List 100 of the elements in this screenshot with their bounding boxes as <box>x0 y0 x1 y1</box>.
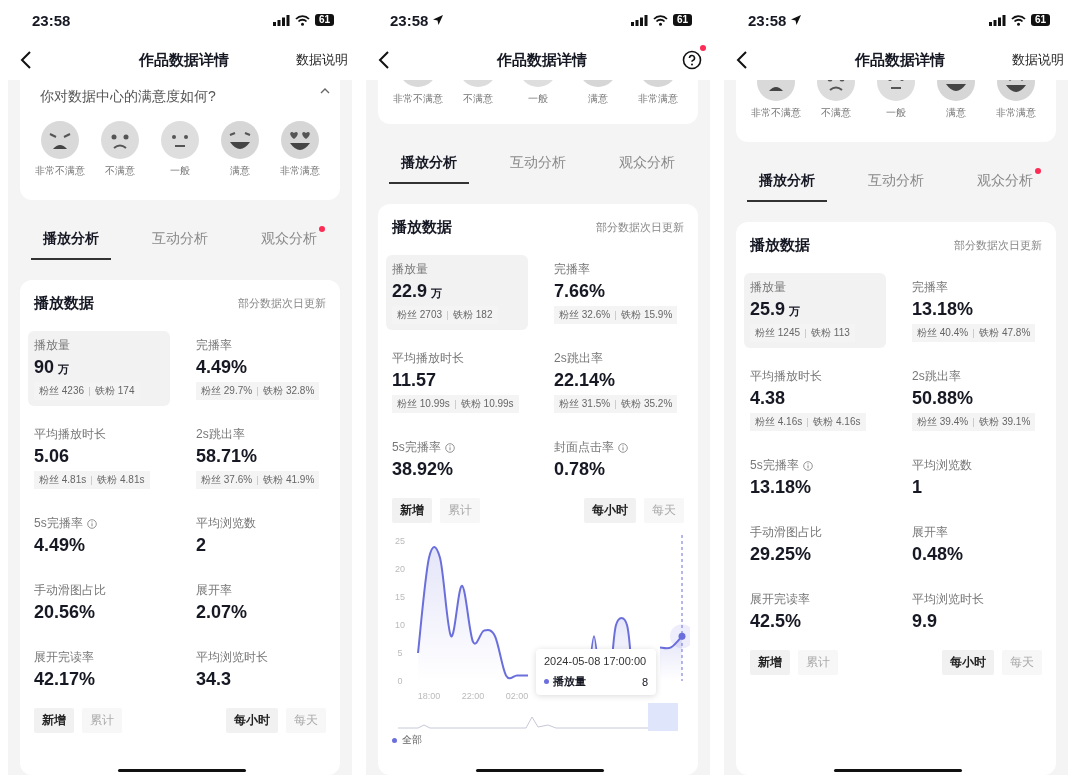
metric-label: 完播率 <box>912 279 948 296</box>
face-icon[interactable] <box>100 120 140 160</box>
status-time: 23:58 <box>32 11 71 29</box>
y-tick-label: 25 <box>395 536 405 546</box>
rating-label[interactable]: 非常不满意 <box>751 106 801 120</box>
tab[interactable]: 播放分析 <box>30 230 111 260</box>
tooltip-value: 8 <box>641 675 648 688</box>
face-icon[interactable] <box>876 80 916 102</box>
metric-label: 5s完播率 <box>392 439 441 456</box>
breakdown-value: 铁粉 41.9% <box>263 473 315 487</box>
metric-label: 展开完读率 <box>34 649 94 666</box>
page-title: 作品数据详情 <box>139 50 229 70</box>
y-tick-label: 10 <box>395 620 405 630</box>
legend-label[interactable]: 全部 <box>402 733 422 747</box>
metric-label: 平均浏览数 <box>196 515 256 532</box>
data-explanation-link[interactable]: 数据说明 <box>296 51 348 69</box>
rating-label[interactable]: 非常不满意 <box>35 164 85 178</box>
face-icon[interactable] <box>40 120 80 160</box>
info-icon[interactable] <box>802 460 813 471</box>
metric-value: 20.56% <box>34 602 96 623</box>
info-icon[interactable] <box>444 442 455 453</box>
update-note: 部分数据次日更新 <box>238 296 326 311</box>
breakdown-value: 铁粉 4.16s <box>813 415 861 429</box>
metric-label: 2s跳出率 <box>196 426 245 443</box>
rating-label[interactable]: 满意 <box>588 92 608 106</box>
metric-value: 58.71% <box>196 446 258 467</box>
metric-value: 2 <box>196 535 206 556</box>
metric-value: 42.17% <box>34 669 96 690</box>
rating-label[interactable]: 不满意 <box>821 106 851 120</box>
tooltip-series-name: 播放量 <box>553 674 587 689</box>
metric-value: 29.25% <box>750 544 812 565</box>
rating-label[interactable]: 满意 <box>946 106 966 120</box>
tab[interactable]: 观众分析 <box>249 230 330 258</box>
rating-label[interactable]: 一般 <box>528 92 548 106</box>
metric-label: 展开率 <box>912 524 948 541</box>
tab[interactable]: 互动分析 <box>856 172 936 200</box>
face-icon[interactable] <box>996 80 1036 102</box>
breakdown-value: 铁粉 32.8% <box>263 384 315 398</box>
segment-button[interactable]: 每小时 <box>584 498 636 523</box>
rating-label[interactable]: 非常满意 <box>638 92 678 106</box>
face-icon[interactable] <box>816 80 856 102</box>
y-tick-label: 20 <box>395 564 405 574</box>
collapse-caret-icon[interactable] <box>320 88 330 94</box>
metric-value: 1 <box>912 477 922 498</box>
face-icon[interactable] <box>220 120 260 160</box>
face-icon[interactable] <box>936 80 976 102</box>
info-icon[interactable] <box>618 442 628 453</box>
breakdown-value: 铁粉 35.2% <box>621 397 673 411</box>
tab[interactable]: 观众分析 <box>965 172 1046 200</box>
tab[interactable]: 观众分析 <box>607 154 688 182</box>
rating-label[interactable]: 不满意 <box>463 92 493 106</box>
x-tick-label: 02:00 <box>505 691 529 701</box>
rating-label[interactable]: 非常满意 <box>280 164 320 178</box>
segment-button[interactable]: 新增 <box>34 708 74 733</box>
rating-label[interactable]: 一般 <box>886 106 906 120</box>
tab[interactable]: 互动分析 <box>498 154 578 182</box>
rating-label[interactable]: 非常不满意 <box>393 92 443 106</box>
data-explanation-link[interactable]: 数据说明 <box>1012 51 1064 69</box>
info-icon[interactable] <box>86 518 97 529</box>
rating-label[interactable]: 不满意 <box>105 164 135 178</box>
metric-value: 4.49% <box>196 357 248 378</box>
range-slider[interactable] <box>398 703 678 731</box>
status-time: 23:58 <box>390 11 429 29</box>
metric-label: 封面点击率 <box>554 439 614 456</box>
segment-button[interactable]: 每小时 <box>226 708 278 733</box>
metric-value: 25.9 <box>750 299 786 320</box>
breakdown-value: 铁粉 4.81s <box>97 473 145 487</box>
face-icon[interactable] <box>756 80 796 102</box>
notification-dot <box>319 226 326 232</box>
wifi-icon <box>652 14 668 26</box>
y-tick-label: 15 <box>395 592 405 602</box>
segment-button[interactable]: 新增 <box>750 650 790 675</box>
x-tick-label: 18:00 <box>417 691 441 701</box>
wifi-icon <box>294 14 310 26</box>
breakdown-value: 粉丝 2703 <box>397 308 443 322</box>
tab[interactable]: 互动分析 <box>140 230 220 258</box>
metric-label: 2s跳出率 <box>912 368 961 385</box>
back-icon[interactable] <box>378 50 390 70</box>
rating-label[interactable]: 一般 <box>170 164 190 178</box>
battery-indicator: 61 <box>1030 14 1050 26</box>
metric-label: 平均播放时长 <box>34 426 106 443</box>
tab[interactable]: 播放分析 <box>388 154 469 184</box>
breakdown-value: 粉丝 4.16s <box>755 415 803 429</box>
face-icon[interactable] <box>160 120 200 160</box>
breakdown-value: 粉丝 40.4% <box>917 326 969 340</box>
segment-button[interactable]: 新增 <box>392 498 432 523</box>
tab[interactable]: 播放分析 <box>746 172 827 202</box>
metric-value: 13.18% <box>750 477 812 498</box>
metric-value: 0.78% <box>554 459 606 480</box>
segment-button[interactable]: 每小时 <box>942 650 994 675</box>
back-icon[interactable] <box>736 50 748 70</box>
back-icon[interactable] <box>20 50 32 70</box>
status-time: 23:58 <box>748 11 787 29</box>
rating-label[interactable]: 满意 <box>230 164 250 178</box>
card-title: 播放数据 <box>34 294 94 313</box>
face-icon[interactable] <box>280 120 320 160</box>
survey-question: 你对数据中心的满意度如何? <box>40 88 216 106</box>
rating-label[interactable]: 非常满意 <box>996 106 1036 120</box>
breakdown-value: 铁粉 182 <box>453 308 493 322</box>
help-icon[interactable] <box>682 50 702 70</box>
